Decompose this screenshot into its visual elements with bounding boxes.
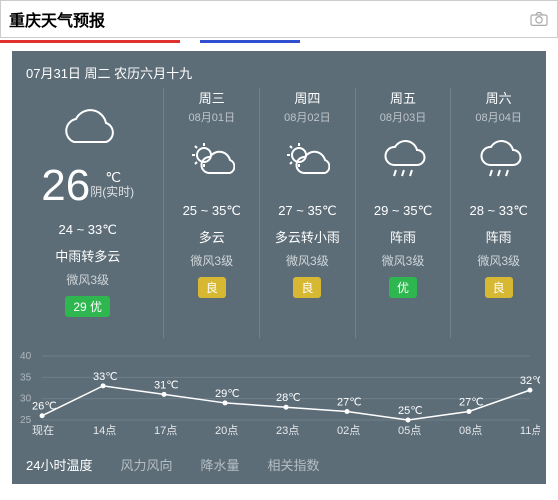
forecast-range: 29 ~ 35℃	[374, 203, 432, 219]
forecast-date: 08月03日	[380, 109, 426, 125]
tab-3[interactable]: 相关指数	[268, 455, 320, 474]
forecast-day: 周五	[390, 88, 416, 107]
forecast-row: 26 ℃ 阴(实时) 24 ~ 33℃ 中雨转多云 微风3级 29 优 周三 08…	[12, 88, 546, 338]
camera-icon[interactable]	[529, 11, 549, 27]
forecast-desc: 阵雨	[486, 227, 512, 246]
current-temp: 26 ℃ 阴(实时)	[41, 164, 134, 208]
forecast-desc: 多云	[199, 227, 225, 246]
svg-text:32℃: 32℃	[520, 375, 540, 387]
forecast-range: 27 ~ 35℃	[278, 203, 336, 219]
forecast-day: 周四	[294, 88, 320, 107]
cloud-icon	[54, 94, 122, 164]
forecast-column[interactable]: 周三 08月01日 25 ~ 35℃ 多云微风3级良	[164, 88, 260, 338]
forecast-wind: 微风3级	[477, 252, 520, 269]
svg-text:20点: 20点	[215, 424, 238, 437]
svg-text:25℃: 25℃	[398, 405, 423, 417]
svg-text:31℃: 31℃	[154, 379, 179, 391]
forecast-day: 周六	[486, 88, 512, 107]
temp-sub: 阴(实时)	[90, 186, 134, 198]
forecast-aqi: 良	[293, 277, 321, 298]
forecast-column[interactable]: 周六 08月04日 28 ~ 33℃ 阵雨微风3级良	[451, 88, 546, 338]
svg-text:11点: 11点	[520, 424, 540, 437]
forecast-aqi: 良	[198, 277, 226, 298]
svg-text:08点: 08点	[459, 424, 482, 437]
forecast-wind: 微风3级	[382, 252, 425, 269]
forecast-date: 08月01日	[189, 109, 235, 125]
forecast-date: 08月04日	[475, 109, 521, 125]
svg-text:现在: 现在	[32, 424, 54, 437]
today-range: 24 ~ 33℃	[59, 222, 117, 238]
accent-line	[0, 40, 558, 43]
today-column: 26 ℃ 阴(实时) 24 ~ 33℃ 中雨转多云 微风3级 29 优	[12, 88, 164, 338]
temp-value: 26	[41, 164, 90, 208]
svg-text:05点: 05点	[398, 424, 421, 437]
forecast-column[interactable]: 周五 08月03日 29 ~ 35℃ 阵雨微风3级优	[356, 88, 452, 338]
partly-cloudy-icon	[284, 133, 330, 189]
forecast-aqi: 优	[389, 277, 417, 298]
svg-text:25: 25	[20, 415, 32, 426]
forecast-date: 08月02日	[284, 109, 330, 125]
tab-0[interactable]: 24小时温度	[26, 455, 92, 474]
svg-text:17点: 17点	[154, 424, 177, 437]
rain-icon	[476, 133, 522, 189]
rain-icon	[380, 133, 426, 189]
search-bar	[0, 0, 558, 38]
weather-card: 07月31日 周二 农历六月十九 26 ℃ 阴(实时) 24 ~ 33℃ 中雨转…	[12, 51, 546, 484]
forecast-range: 25 ~ 35℃	[183, 203, 241, 219]
forecast-wind: 微风3级	[190, 252, 233, 269]
svg-text:27℃: 27℃	[459, 396, 484, 408]
svg-text:14点: 14点	[93, 424, 116, 437]
forecast-aqi: 良	[485, 277, 513, 298]
tab-1[interactable]: 风力风向	[120, 455, 172, 474]
svg-text:40: 40	[20, 351, 32, 362]
forecast-desc: 阵雨	[390, 227, 416, 246]
tab-2[interactable]: 降水量	[200, 455, 239, 474]
svg-text:33℃: 33℃	[93, 371, 118, 383]
search-input[interactable]	[9, 10, 529, 28]
forecast-desc: 多云转小雨	[275, 227, 340, 246]
svg-text:02点: 02点	[337, 424, 360, 437]
svg-text:27℃: 27℃	[337, 396, 362, 408]
svg-text:29℃: 29℃	[215, 388, 240, 400]
forecast-wind: 微风3级	[286, 252, 329, 269]
temp-unit: ℃	[92, 170, 134, 184]
svg-text:26℃: 26℃	[32, 401, 57, 413]
forecast-day: 周三	[199, 88, 225, 107]
today-aqi: 29 优	[65, 296, 110, 317]
svg-text:28℃: 28℃	[276, 392, 301, 404]
partly-cloudy-icon	[189, 133, 235, 189]
svg-text:23点: 23点	[276, 424, 299, 437]
forecast-column[interactable]: 周四 08月02日 27 ~ 35℃ 多云转小雨微风3级良	[260, 88, 356, 338]
chart-tabs: 24小时温度 风力风向 降水量 相关指数	[12, 447, 546, 484]
today-wind: 微风3级	[66, 271, 109, 288]
svg-text:35: 35	[20, 372, 32, 383]
date-line: 07月31日 周二 农历六月十九	[12, 63, 546, 82]
svg-text:30: 30	[20, 394, 32, 405]
forecast-range: 28 ~ 33℃	[469, 203, 527, 219]
hourly-chart: 25 30 35 40 26℃ 现在 33℃ 14点 31℃ 17点 29℃ 20点 28℃ 23点 27℃…	[12, 338, 546, 447]
today-desc: 中雨转多云	[55, 246, 120, 265]
